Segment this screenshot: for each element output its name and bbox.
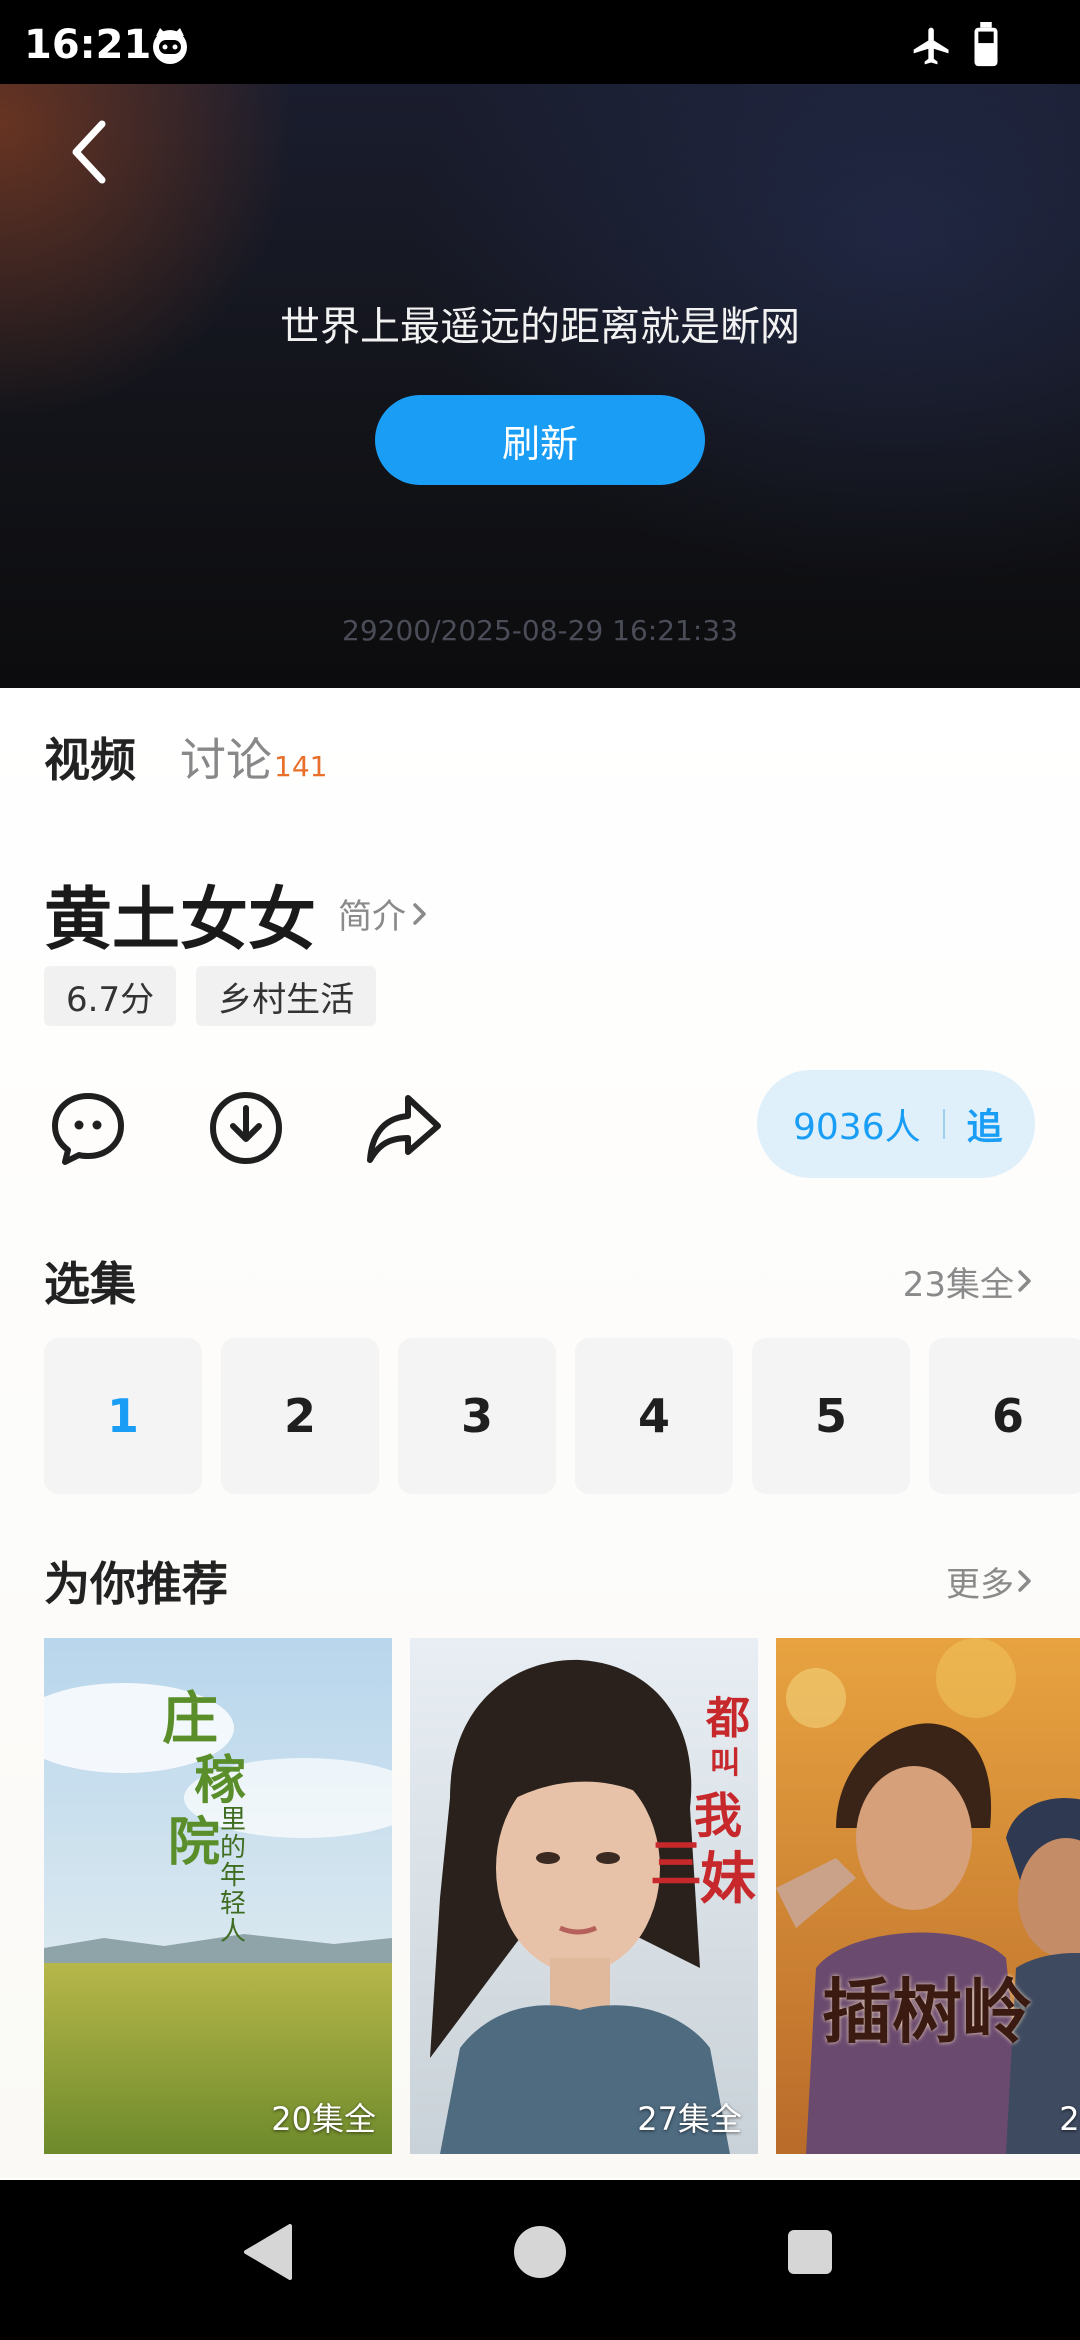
chevron-right-icon <box>1018 1270 1031 1292</box>
recommend-card[interactable]: 庄 稼 院 里的年轻人 20集全 <box>44 1638 392 2154</box>
recommend-list: 庄 稼 院 里的年轻人 20集全 都 叫 我 三 妹 27集全 插树岭 2 <box>44 1638 1080 2158</box>
episode-button[interactable]: 5 <box>752 1338 910 1494</box>
system-nav-bar <box>0 2180 1080 2340</box>
more-label: 更多 <box>946 1564 1014 1605</box>
follow-label: 追 <box>966 1107 1003 1148</box>
tag-list: 6.7分 乡村生活 <box>44 966 396 1026</box>
episode-button[interactable]: 6 <box>929 1338 1080 1494</box>
poster-title-text: 插树岭 <box>822 1970 1032 2053</box>
episode-button[interactable]: 4 <box>575 1338 733 1494</box>
episodes-header: 选集 23集全 <box>44 1248 1036 1314</box>
video-player[interactable]: 世界上最遥远的距离就是断网 刷新 29200/2025-08-29 16:21:… <box>0 84 1080 688</box>
recents-nav-icon[interactable] <box>786 2228 834 2276</box>
share-icon[interactable] <box>364 1088 444 1168</box>
tab-bar: 视频 讨论 141 <box>44 724 327 790</box>
home-nav-icon[interactable] <box>512 2224 568 2280</box>
poster-title-char: 院 <box>168 1812 221 1873</box>
separator <box>942 1109 945 1139</box>
follow-button[interactable]: 9036人 追 <box>757 1070 1035 1178</box>
poster-title-char: 三 <box>650 1834 703 1895</box>
back-nav-icon[interactable] <box>242 2222 296 2282</box>
episode-count-badge: 24集全 <box>1059 2100 1080 2138</box>
episodes-title: 选集 <box>44 1257 136 1311</box>
comment-icon[interactable] <box>48 1088 128 1168</box>
recommend-header: 为你推荐 更多 <box>44 1548 1036 1614</box>
recommend-title: 为你推荐 <box>44 1557 228 1611</box>
follower-count: 9036人 <box>793 1107 921 1148</box>
refresh-button[interactable]: 刷新 <box>375 395 705 485</box>
episode-count-badge: 20集全 <box>271 2100 376 2138</box>
offline-message: 世界上最遥远的距离就是断网 <box>280 304 800 350</box>
status-time: 16:21 <box>24 22 152 68</box>
status-bar: 16:21 <box>0 0 1080 84</box>
episode-list: 1 2 3 4 5 6 <box>44 1338 1080 1498</box>
episodes-total: 23集全 <box>902 1264 1014 1305</box>
recommend-card[interactable]: 插树岭 24集全 <box>776 1638 1080 2154</box>
download-icon[interactable] <box>206 1088 286 1168</box>
show-title: 黄土女女 <box>44 881 317 960</box>
poster-title-char: 妹 <box>700 1846 756 1912</box>
genre-tag[interactable]: 乡村生活 <box>196 966 377 1026</box>
detail-content: 视频 讨论 141 黄土女女 简介 6.7分 乡村生活 9036人 追 选集 2… <box>0 688 1080 2178</box>
back-icon[interactable] <box>56 112 126 192</box>
video-timestamp: 29200/2025-08-29 16:21:33 <box>342 614 738 647</box>
discussion-count: 141 <box>274 750 328 783</box>
episode-button[interactable]: 2 <box>221 1338 379 1494</box>
intro-link[interactable]: 简介 <box>338 889 430 938</box>
tab-video[interactable]: 视频 <box>44 724 136 790</box>
poster-title-char: 都 <box>706 1693 750 1744</box>
poster-subtitle: 里的年轻人 <box>220 1805 247 1947</box>
recommend-card[interactable]: 都 叫 我 三 妹 27集全 <box>410 1638 758 2154</box>
tab-discussion[interactable]: 讨论 <box>180 724 272 790</box>
title-row: 黄土女女 简介 <box>44 864 430 963</box>
episode-button[interactable]: 3 <box>398 1338 556 1494</box>
recommend-more-link[interactable]: 更多 <box>946 1557 1036 1606</box>
rating-tag: 6.7分 <box>44 966 177 1026</box>
poster-image <box>776 1638 1080 2154</box>
chevron-right-icon <box>413 902 426 925</box>
cat-face-icon <box>153 28 187 64</box>
episode-button[interactable]: 1 <box>44 1338 202 1494</box>
episode-count-badge: 27集全 <box>637 2100 742 2138</box>
intro-label: 简介 <box>338 897 407 937</box>
battery-icon <box>974 22 998 67</box>
airplane-icon <box>913 27 949 65</box>
poster-image <box>44 1638 392 2154</box>
episodes-all-link[interactable]: 23集全 <box>903 1257 1036 1306</box>
chevron-right-icon <box>1018 1570 1031 1592</box>
